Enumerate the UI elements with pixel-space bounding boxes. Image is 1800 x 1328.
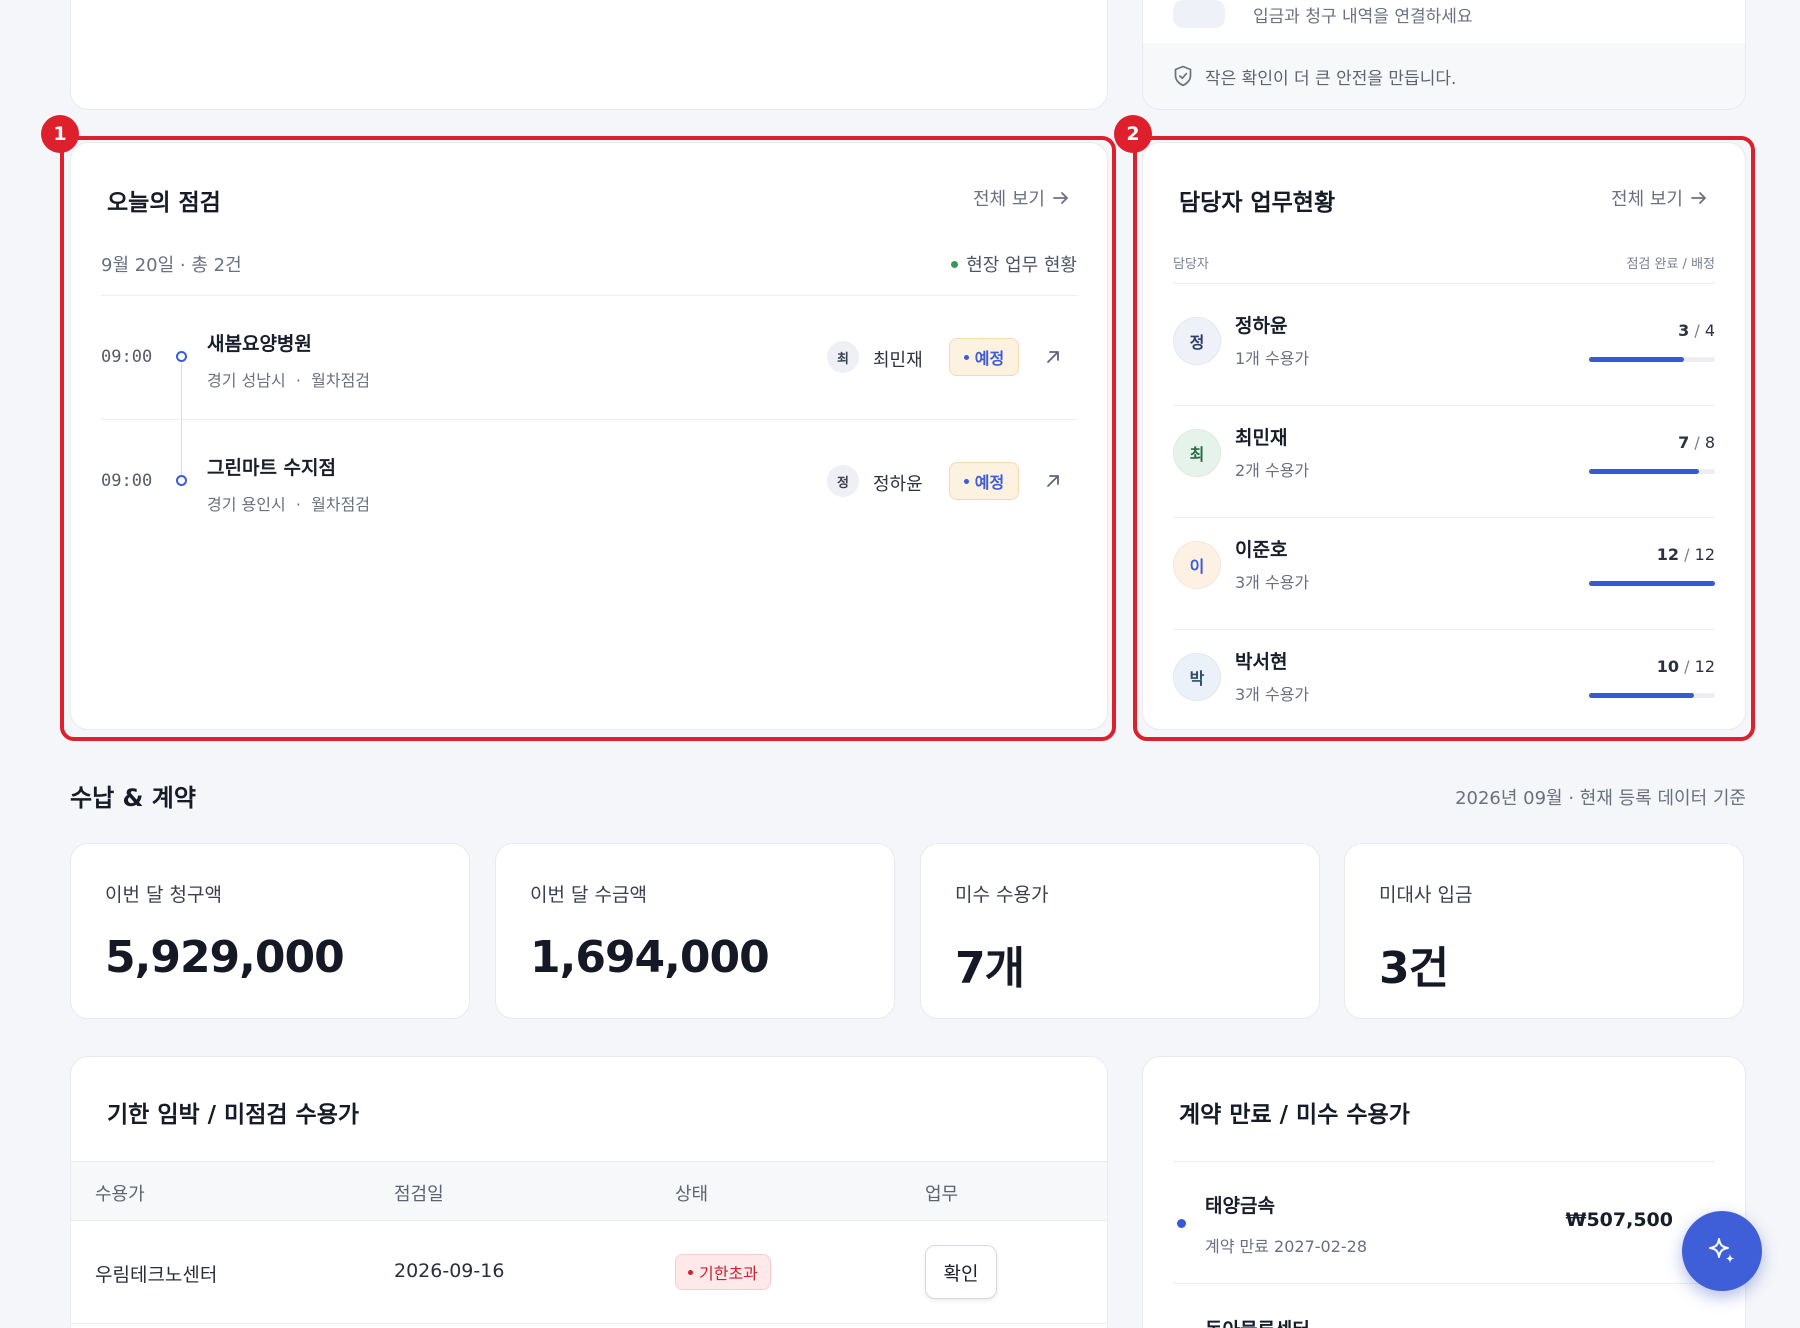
reconcile-pill	[1173, 0, 1225, 28]
contract-amount: ₩507,500	[1565, 1209, 1674, 1231]
stat-card-unmatched[interactable]: 미대사 입금 3건	[1344, 843, 1744, 1019]
billing-section-title: 수납 & 계약	[70, 784, 196, 812]
stat-value: 7개	[955, 943, 1025, 994]
table-header: 수용가 점검일 상태 업무	[71, 1161, 1107, 1221]
stat-label: 이번 달 수금액	[530, 884, 647, 906]
contract-name: 태양금속	[1205, 1195, 1275, 1217]
column-header: 수용가	[95, 1184, 145, 1205]
stat-value: 5,929,000	[105, 932, 345, 983]
contracts-title: 계약 만료 / 미수 수용가	[1179, 1102, 1410, 1128]
stat-label: 미대사 입금	[1379, 884, 1473, 906]
contracts-card: 계약 만료 / 미수 수용가 태양금속 계약 만료 2027-02-28 ₩50…	[1142, 1056, 1746, 1328]
billing-section-meta: 2026년 09월 · 현재 등록 데이터 기준	[1455, 788, 1746, 809]
shield-check-icon	[1174, 65, 1192, 87]
stat-label: 미수 수용가	[955, 884, 1049, 906]
divider	[1173, 1161, 1715, 1162]
marker-badge-2: 2	[1114, 115, 1152, 153]
reconcile-card: 입금과 청구 내역을 연결하세요 작은 확인이 더 큰 안전을 만듭니다.	[1142, 0, 1746, 110]
monthly-chart	[71, 0, 1109, 111]
due-title: 기한 임박 / 미점검 수용가	[107, 1102, 360, 1128]
stat-card-collected[interactable]: 이번 달 수금액 1,694,000	[495, 843, 895, 1019]
row-date: 2026-09-16	[394, 1260, 505, 1282]
divider	[1173, 1283, 1715, 1284]
stat-card-unpaid[interactable]: 미수 수용가 7개	[920, 843, 1320, 1019]
due-table-card: 기한 임박 / 미점검 수용가 수용가 점검일 상태 업무 우림테크노센터 20…	[70, 1056, 1108, 1328]
monthly-chart-card: 4월 5월 6월 7월 8월 9월	[70, 0, 1108, 110]
stat-label: 이번 달 청구액	[105, 884, 222, 906]
contract-name: 동아물류센터	[1205, 1315, 1310, 1328]
marker-badge-1: 1	[41, 115, 79, 153]
reconcile-footer: 작은 확인이 더 큰 안전을 만듭니다.	[1143, 43, 1745, 109]
status-badge: 기한초과	[675, 1254, 771, 1290]
reconcile-footer-text: 작은 확인이 더 큰 안전을 만듭니다.	[1205, 68, 1457, 89]
column-header: 점검일	[394, 1184, 444, 1205]
stat-value: 3건	[1379, 943, 1449, 994]
highlight-box-workload	[1133, 136, 1755, 741]
reconcile-row[interactable]: 입금과 청구 내역을 연결하세요	[1173, 0, 1473, 29]
stat-card-billed[interactable]: 이번 달 청구액 5,929,000	[70, 843, 470, 1019]
contract-sub: 계약 만료 2027-02-28	[1205, 1237, 1368, 1256]
column-header: 업무	[925, 1184, 959, 1205]
ai-assistant-button[interactable]	[1682, 1211, 1762, 1291]
reconcile-text: 입금과 청구 내역을 연결하세요	[1253, 6, 1473, 27]
column-header: 상태	[675, 1184, 709, 1205]
confirm-button[interactable]: 확인	[925, 1245, 997, 1299]
sparkle-icon	[1709, 1238, 1734, 1263]
status-dot-icon	[1177, 1219, 1186, 1228]
highlight-box-today	[60, 136, 1116, 741]
divider	[71, 1323, 1107, 1324]
stat-value: 1,694,000	[530, 932, 770, 983]
row-name: 우림테크노센터	[95, 1264, 218, 1286]
